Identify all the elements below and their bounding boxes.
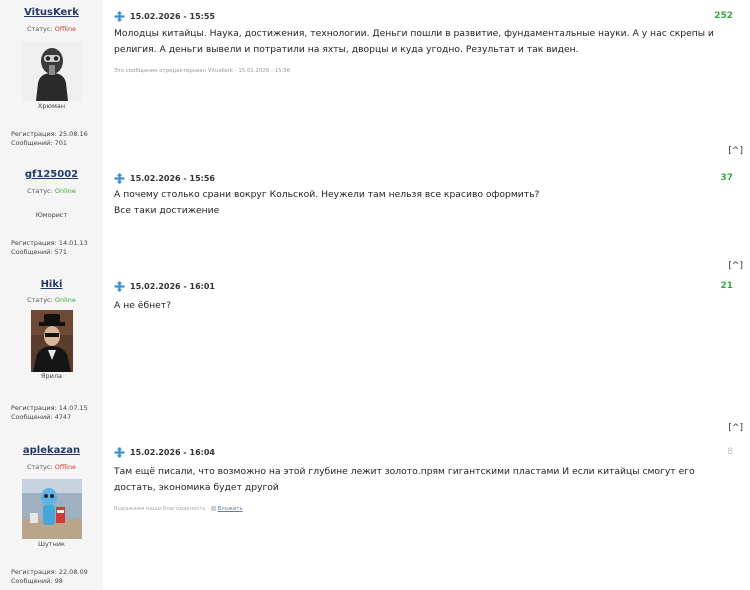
message-count: Сообщений: 98 — [11, 576, 63, 585]
forum-post: gf125002 Статус: Online Юморист Регистра… — [0, 158, 750, 272]
user-rank: Юморист — [35, 211, 68, 219]
user-stats: Регистрация: 14.07.15 Сообщений: 4747 — [11, 404, 88, 421]
forum-post: VitusKerk Статус: Offline Хрюман Регистр… — [0, 0, 750, 158]
status-value: Offline — [54, 463, 77, 471]
post-rating[interactable]: 8 — [727, 447, 733, 457]
back-to-top-link[interactable]: [^] — [728, 261, 743, 271]
post-date: 15.02.2026 - 16:01 — [130, 281, 215, 291]
post-body: 15.02.2026 - 16:01 21 А не ёбнет? — [103, 272, 750, 436]
registration-date: Регистрация: 25.08.16 — [11, 130, 88, 138]
user-stats: Регистрация: 14.01.13 Сообщений: 571 — [11, 239, 88, 256]
post-rating[interactable]: 21 — [720, 281, 733, 291]
username-link[interactable]: gf125002 — [0, 169, 103, 180]
registration-date: Регистрация: 22.08.09 — [11, 568, 88, 576]
post-text-line: А почему столько срани вокруг Кольской. … — [114, 189, 540, 200]
post-date: 15.02.2026 - 16:04 — [130, 447, 215, 457]
back-to-top-link[interactable]: [^] — [728, 146, 743, 156]
username-link[interactable]: aplekazan — [0, 445, 103, 456]
username-link[interactable]: Hiki — [0, 279, 103, 290]
post-body: 15.02.2026 - 16:04 8 Там ещё писали, что… — [103, 436, 750, 590]
status-value: Online — [54, 296, 76, 304]
user-rank: Ярила — [40, 372, 62, 380]
avatar — [30, 310, 73, 372]
plus-icon[interactable] — [114, 172, 125, 184]
post-text: Там ещё писали, что возможно на этой глу… — [114, 466, 695, 493]
post-author-panel: Hiki Статус: Online Ярила Регистрация: 1… — [0, 272, 103, 436]
edited-note: Это сообщение отредактировал VitusKerk -… — [114, 68, 291, 74]
post-text: А не ёбнет? — [114, 300, 171, 311]
thanks-link[interactable]: Вложить — [218, 506, 243, 512]
message-count: Сообщений: 4747 — [11, 412, 72, 421]
post-rating[interactable]: 37 — [720, 173, 733, 183]
plus-icon[interactable] — [114, 446, 125, 458]
user-rank: Хрюман — [37, 102, 66, 110]
registration-date: Регистрация: 14.01.13 — [11, 239, 88, 247]
post-date: 15.02.2026 - 15:55 — [130, 11, 215, 21]
back-to-top-link[interactable]: [^] — [728, 423, 743, 433]
post-author-panel: aplekazan Статус: Offline Шутник Регистр… — [0, 436, 103, 590]
post-author-panel: VitusKerk Статус: Offline Хрюман Регистр… — [0, 0, 103, 158]
avatar — [21, 41, 82, 101]
post-body: 15.02.2026 - 15:55 252 Молодцы китайцы. … — [103, 0, 750, 158]
post-body: 15.02.2026 - 15:56 37 А почему столько с… — [103, 158, 750, 272]
message-count: Сообщений: 701 — [11, 138, 67, 147]
user-stats: Регистрация: 25.08.16 Сообщений: 701 — [11, 130, 88, 147]
user-status: Статус: Online — [27, 187, 76, 195]
post-rating[interactable]: 252 — [714, 11, 733, 21]
forum-post: Hiki Статус: Online Ярила Регистрация: 1… — [0, 272, 750, 436]
user-status: Статус: Offline — [26, 25, 77, 33]
post-date: 15.02.2026 - 15:56 — [130, 173, 215, 183]
message-count: Сообщений: 571 — [11, 247, 67, 256]
user-status: Статус: Offline — [26, 463, 77, 471]
post-text-line: Все таки достижение — [114, 204, 220, 216]
thanks-icon — [210, 506, 216, 511]
plus-icon[interactable] — [114, 280, 125, 292]
plus-icon[interactable] — [114, 10, 125, 22]
username-link[interactable]: VitusKerk — [0, 7, 103, 18]
avatar — [21, 479, 82, 539]
thanks-label: Выражаем наши благодарность — [114, 506, 206, 512]
post-text: Молодцы китайцы. Наука, достижения, техн… — [114, 28, 714, 55]
user-stats: Регистрация: 22.08.09 Сообщений: 98 — [11, 568, 88, 585]
status-value: Online — [54, 187, 76, 195]
post-text: А почему столько срани вокруг Кольской. … — [114, 187, 724, 218]
post-author-panel: gf125002 Статус: Online Юморист Регистра… — [0, 158, 103, 272]
user-rank: Шутник — [38, 540, 65, 548]
thanks-line: Выражаем наши благодарность · Вложить — [114, 506, 243, 512]
forum-post: aplekazan Статус: Offline Шутник Регистр… — [0, 436, 750, 590]
user-status: Статус: Online — [27, 296, 76, 304]
registration-date: Регистрация: 14.07.15 — [11, 404, 88, 412]
status-value: Offline — [54, 25, 77, 33]
